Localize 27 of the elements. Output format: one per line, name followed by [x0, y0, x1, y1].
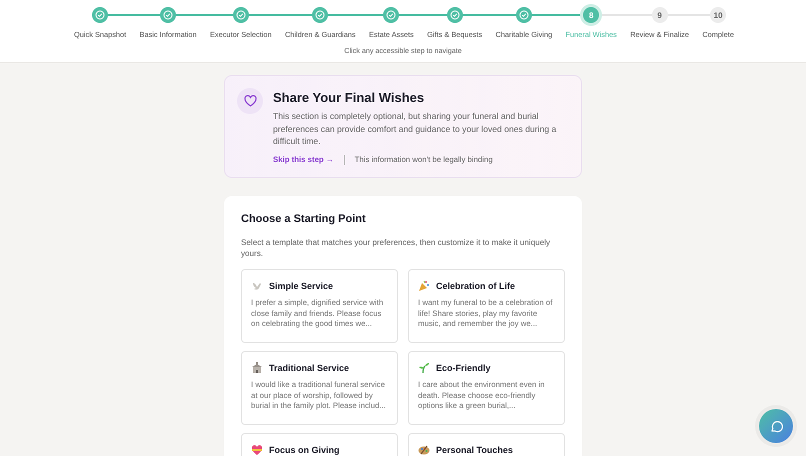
sprout-icon: [418, 362, 430, 374]
party-popper-icon: [418, 280, 430, 292]
chat-button[interactable]: [759, 409, 793, 443]
heart-icon: [244, 95, 256, 107]
intro-text: This section is completely optional, but sharing your funeral and burial preferences can provide comfort and guidance to your loved ones during a difficult time.: [273, 110, 558, 148]
template-title: Personal Touches: [436, 444, 513, 455]
section-title: Choose a Starting Point: [241, 212, 367, 225]
chat-bubble-icon: [769, 419, 783, 433]
heart-icon: [251, 444, 263, 456]
check-icon: [518, 10, 529, 20]
section-subtitle: Select a template that matches your preferences, then customize it to make it uniquely yours.: [241, 236, 552, 259]
check-icon: [236, 10, 246, 20]
check-icon: [163, 10, 174, 20]
template-card[interactable]: Personal Touches: [408, 432, 565, 456]
check-icon: [95, 10, 106, 20]
template-card[interactable]: Focus on Giving: [241, 432, 398, 456]
check-icon: [450, 10, 460, 20]
template-title: Eco-Friendly: [436, 362, 491, 373]
check-icon: [315, 10, 326, 20]
template-title: Celebration of Life: [436, 280, 516, 291]
intro-title: Share Your Final Wishes: [273, 90, 426, 105]
template-title: Traditional Service: [269, 362, 350, 373]
building-icon: [251, 362, 263, 374]
template-title: Focus on Giving: [269, 444, 340, 455]
check-icon: [386, 10, 396, 20]
palette-icon: [418, 444, 430, 456]
template-title: Simple Service: [269, 280, 334, 291]
